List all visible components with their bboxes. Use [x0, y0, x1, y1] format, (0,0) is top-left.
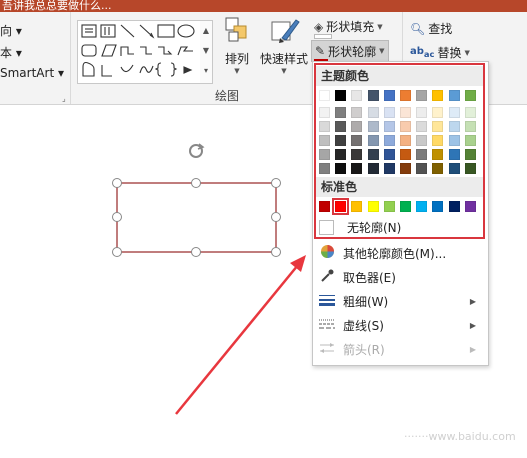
weight-item[interactable]: 粗细(W) ▶: [313, 289, 486, 313]
submenu-arrow-icon: ▶: [469, 296, 476, 306]
selected-rectangle-shape: [116, 182, 277, 253]
resize-handle: [271, 212, 281, 222]
resize-handle: [271, 247, 281, 257]
color-wheel-icon: [315, 244, 339, 262]
arrows-icon: [315, 341, 339, 358]
resize-handle: [191, 178, 201, 188]
highlight-box: [314, 63, 485, 239]
arrows-label: 箭头(R): [343, 342, 385, 357]
arrows-item: 箭头(R) ▶: [313, 337, 486, 361]
dashes-item[interactable]: 虚线(S) ▶: [313, 313, 486, 337]
resize-handle: [112, 247, 122, 257]
eyedropper-item[interactable]: 取色器(E): [313, 265, 486, 289]
dashes-label: 虚线(S): [343, 318, 384, 333]
resize-handle: [112, 178, 122, 188]
weight-label: 粗细(W): [343, 294, 389, 309]
line-weight-icon: [315, 293, 339, 310]
more-outline-colors-item[interactable]: 其他轮廓颜色(M)...: [313, 241, 486, 265]
annotation-arrow: [175, 255, 306, 415]
dash-style-icon: [315, 317, 339, 334]
resize-handle: [191, 247, 201, 257]
watermark: ·······www.baidu.com: [404, 430, 516, 443]
submenu-arrow-icon: ▶: [469, 344, 476, 354]
rotate-handle-icon[interactable]: [189, 143, 205, 158]
submenu-arrow-icon: ▶: [469, 320, 476, 330]
eyedropper-icon: [315, 269, 339, 286]
resize-handle: [112, 212, 122, 222]
eyedropper-label: 取色器(E): [343, 270, 396, 285]
more-colors-label: 其他轮廓颜色(M)...: [343, 246, 447, 261]
resize-handle: [271, 178, 281, 188]
